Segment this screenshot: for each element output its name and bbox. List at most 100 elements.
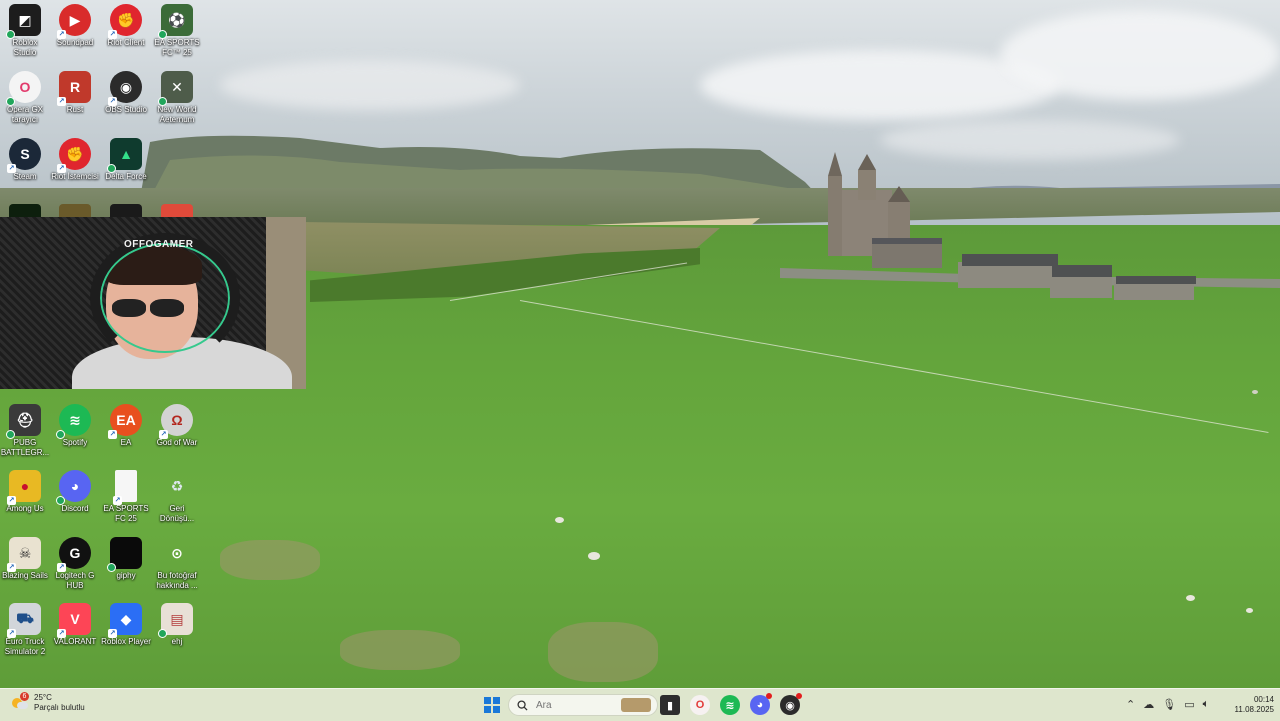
discord-icon[interactable]: ◕ <box>750 693 772 715</box>
desktop-icon-label: New World Aeternum <box>157 105 197 124</box>
desktop-icon[interactable]: ✊ ↗ Riot İstemcisi <box>48 138 102 182</box>
giphy-icon <box>107 537 142 572</box>
desktop-icon-label: Among Us <box>6 504 44 513</box>
desktop-icon-label: VALORANT <box>53 637 97 646</box>
sync-check-icon <box>158 629 167 638</box>
desktop-icon-partial[interactable] <box>48 204 102 218</box>
desktop-icon[interactable]: ▶ ↗ Soundpad <box>48 4 102 48</box>
dirt-patch <box>548 622 658 682</box>
cloud-icon[interactable]: ☁ <box>1143 698 1154 711</box>
desktop-icon-partial[interactable] <box>99 204 153 218</box>
desktop-icon[interactable]: ◩ Roblox Studio <box>0 4 52 58</box>
document-icon: ↗ <box>113 470 137 505</box>
taskbar-search[interactable] <box>508 694 658 716</box>
windows-logo-icon <box>484 697 491 704</box>
opera-gx-icon: O <box>6 71 41 106</box>
desktop-icon[interactable]: R ↗ Rust <box>48 71 102 115</box>
desktop-icon-label: ehj <box>171 637 183 646</box>
camera-info-icon: ⊙ <box>171 544 183 561</box>
desktop-icon[interactable]: ▤ ehj <box>150 603 204 647</box>
desktop-icon-label: PUBG BATTLEGR... <box>0 438 50 457</box>
desktop-icon[interactable]: O Opera GX tarayıcı <box>0 71 52 125</box>
desktop-icon-label: Blazing Sails <box>2 571 48 580</box>
clock-time: 00:14 <box>1253 695 1274 704</box>
sync-check-icon <box>6 430 15 439</box>
steam-icon: S ↗ <box>7 138 41 173</box>
desktop-icon[interactable]: ⚽ EA SPORTS FC™ 25 <box>150 4 204 58</box>
desktop-icon[interactable]: ☠ ↗ Blazing Sails <box>0 537 52 581</box>
desktop-icon[interactable]: ● ↗ Among Us <box>0 470 52 514</box>
desktop-icon[interactable]: ⛑ PUBG BATTLEGR... <box>0 404 52 458</box>
shortcut-arrow-icon: ↗ <box>108 430 117 439</box>
desktop-icon[interactable]: ◕ Discord <box>48 470 102 514</box>
desktop-icon-label: Roblox Studio <box>12 38 38 57</box>
roblox-studio-icon: ◩ <box>6 4 41 39</box>
desktop-icon-label: Opera GX tarayıcı <box>6 105 43 124</box>
display-icon[interactable]: ▭ <box>1184 698 1194 711</box>
shortcut-arrow-icon: ↗ <box>108 97 117 106</box>
partly-cloudy-icon: 6 <box>12 692 29 710</box>
spotify-icon[interactable]: ≋ <box>720 695 740 715</box>
headset-branding: OFFOGAMER <box>124 239 194 250</box>
chevron-up-icon[interactable]: ⌃ <box>1126 698 1135 711</box>
shortcut-arrow-icon: ↗ <box>57 97 66 106</box>
valorant-icon: V ↗ <box>57 603 91 638</box>
weather-widget[interactable]: 6 25°C Parçalı bulutlu <box>12 692 85 713</box>
weather-badge: 6 <box>20 692 29 701</box>
sheep <box>1186 595 1195 601</box>
desktop-icon-label: OBS Studio <box>105 105 147 114</box>
notification-dot <box>766 693 772 699</box>
search-icon <box>517 699 528 711</box>
opera-gx-icon[interactable]: O <box>690 695 710 715</box>
soundpad-icon: ▶ ↗ <box>57 4 91 39</box>
desktop-icon[interactable]: giphy <box>99 537 153 581</box>
desktop-icon[interactable]: ≋ Spotify <box>48 404 102 448</box>
search-highlight-image <box>621 698 651 712</box>
shortcut-arrow-icon: ↗ <box>108 629 117 638</box>
desktop-icon-partial[interactable] <box>150 204 204 218</box>
desktop-icon-label: God of War <box>156 438 198 447</box>
desktop-icon[interactable]: ◆ ↗ Roblox Player <box>99 603 153 647</box>
start-button[interactable] <box>484 697 500 713</box>
desktop-icon-label: Riot Client <box>107 38 145 47</box>
notification-dot <box>796 693 802 699</box>
file-explorer-icon[interactable]: ▮ <box>660 695 680 715</box>
shortcut-arrow-icon: ↗ <box>7 563 16 572</box>
desktop-icon-label: EA <box>120 438 132 447</box>
desktop-icon-label: giphy <box>116 571 136 580</box>
desktop-icon[interactable]: ✕ New World Aeternum <box>150 71 204 125</box>
cloud <box>1000 10 1280 100</box>
weather-temperature: 25°C <box>34 693 52 702</box>
shortcut-arrow-icon: ↗ <box>57 563 66 572</box>
shortcut-arrow-icon: ↗ <box>113 496 122 505</box>
webcam-overlay: OFFOGAMER <box>0 217 306 389</box>
desktop-icon[interactable]: EA ↗ EA <box>99 404 153 448</box>
ea-fc25-icon: ⚽ <box>158 4 193 39</box>
desktop-icon[interactable]: ✊ ↗ Riot Client <box>99 4 153 48</box>
sunglasses <box>112 299 192 317</box>
desktop-icon-label: EA SPORTS FC™ 25 <box>154 38 200 57</box>
clock[interactable]: 00:14 11.08.2025 <box>1222 695 1274 715</box>
desktop-icon[interactable]: ⊙ Bu fotoğraf hakkında ... <box>150 537 204 591</box>
dirt-patch <box>220 540 320 580</box>
speaker-icon[interactable]: 🔈︎ <box>1203 698 1210 711</box>
desktop-icon[interactable]: ♻ Geri Dönüşü... <box>150 470 204 524</box>
desktop-icon[interactable]: ⛟ ↗ Euro Truck Simulator 2 <box>0 603 52 657</box>
calendar-app-icon <box>110 204 142 218</box>
microphone-icon[interactable]: 🎙︎ <box>1162 698 1176 711</box>
desktop-icon-partial[interactable] <box>0 204 52 218</box>
shortcut-arrow-icon: ↗ <box>57 629 66 638</box>
nvidia-icon <box>9 204 41 218</box>
desktop-icon[interactable]: Ω ↗ God of War <box>150 404 204 448</box>
desktop-icon[interactable]: ◉ ↗ OBS Studio <box>99 71 153 115</box>
desktop-icon[interactable]: S ↗ Steam <box>0 138 52 182</box>
obs-studio-icon[interactable]: ◉ <box>780 693 802 715</box>
blazing-sails-icon: ☠ ↗ <box>7 537 41 572</box>
desktop-icon[interactable]: V ↗ VALORANT <box>48 603 102 647</box>
desktop-icon[interactable]: ▲ Delta Force <box>99 138 153 182</box>
new-world-icon: ✕ <box>158 71 193 106</box>
desktop-icon[interactable]: G ↗ Logitech G HUB <box>48 537 102 591</box>
search-input[interactable] <box>534 698 618 712</box>
sync-check-icon <box>56 430 65 439</box>
desktop-icon[interactable]: ↗ EA SPORTS FC 25 <box>99 470 153 524</box>
